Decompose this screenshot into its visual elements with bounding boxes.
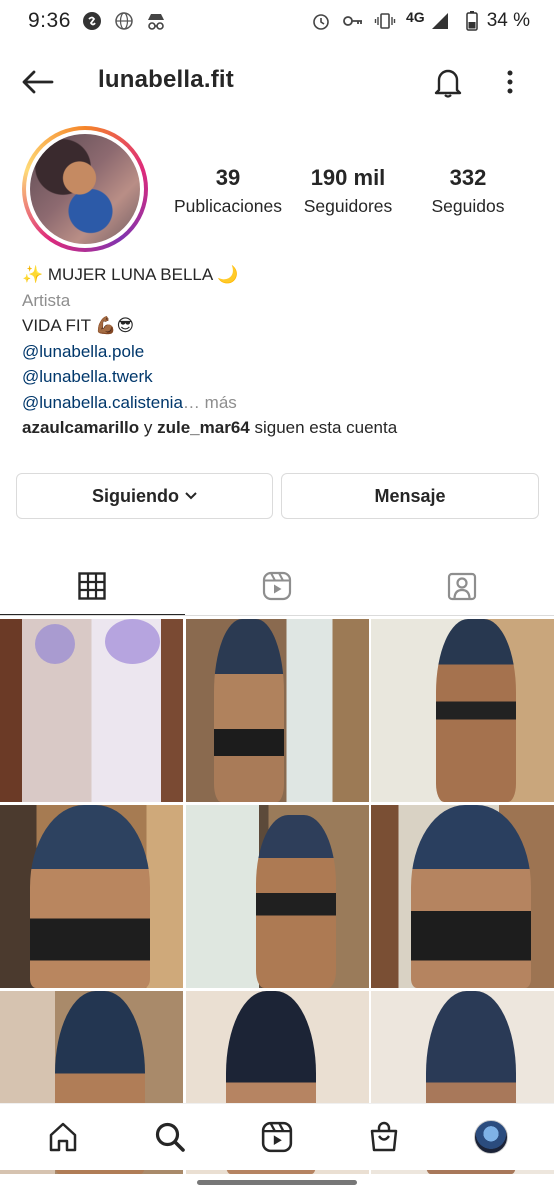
globe-icon <box>113 10 135 32</box>
nav-shop[interactable] <box>354 1107 414 1167</box>
profile-bio: ✨ MUJER LUNA BELLA 🌙 Artista VIDA FIT 💪🏾… <box>22 262 534 441</box>
profile-tabs <box>0 556 554 616</box>
profile-avatar <box>473 1120 508 1154</box>
bio-mention-calistenia[interactable]: @lunabella.calistenia <box>22 393 183 412</box>
bell-icon <box>434 69 462 98</box>
tab-posts-grid[interactable] <box>0 556 185 616</box>
stat-value: 190 mil <box>310 165 386 190</box>
nav-reels[interactable] <box>247 1107 307 1167</box>
vibrate-icon <box>374 10 396 32</box>
bio-line: VIDA FIT 💪🏾😎 <box>22 316 135 335</box>
battery-icon <box>461 10 483 32</box>
post-thumbnail[interactable] <box>0 619 183 802</box>
post-thumbnail[interactable] <box>371 619 554 802</box>
message-button[interactable]: Mensaje <box>281 473 539 519</box>
more-options-button[interactable] <box>494 62 526 102</box>
search-icon <box>156 1122 185 1152</box>
display-name: ✨ MUJER LUNA BELLA 🌙 <box>22 265 239 284</box>
followed-by-suffix: siguen esta cuenta <box>249 418 398 437</box>
battery-level: 34 % <box>486 10 530 31</box>
photo-subject <box>411 805 531 988</box>
notifications-button[interactable] <box>428 62 468 102</box>
post-thumbnail[interactable] <box>371 805 554 988</box>
key-icon <box>342 10 364 32</box>
chevron-down-icon <box>185 492 197 500</box>
photo-subject <box>213 619 284 802</box>
home-indicator <box>197 1180 357 1185</box>
network-label: 4G <box>406 9 425 25</box>
back-button[interactable] <box>18 62 58 102</box>
nav-home[interactable] <box>33 1107 93 1167</box>
stat-value: 39 <box>215 165 241 190</box>
bio-ellipsis: … <box>182 392 205 412</box>
tab-divider <box>0 615 554 616</box>
post-thumbnail[interactable] <box>185 619 369 802</box>
post-thumbnail[interactable] <box>0 805 183 988</box>
shop-icon <box>370 1121 398 1152</box>
stat-value: 332 <box>449 165 487 190</box>
stat-label: Seguidores <box>303 196 393 216</box>
signal-icon <box>429 10 451 32</box>
photo-subject <box>105 619 160 664</box>
posts-grid <box>0 619 554 1174</box>
stat-following[interactable]: 332 Seguidos <box>408 162 528 218</box>
following-button[interactable]: Siguiendo <box>16 473 273 519</box>
tab-tagged[interactable] <box>369 556 554 616</box>
profile-category: Artista <box>22 290 71 310</box>
bottom-navigation <box>0 1103 554 1170</box>
stat-label: Publicaciones <box>174 196 282 216</box>
bio-mention-pole[interactable]: @lunabella.pole <box>22 339 534 365</box>
follower-name: zule_mar64 <box>157 418 250 437</box>
status-bar: 9:36 4G 34 % <box>0 0 554 42</box>
reels-icon <box>262 571 292 601</box>
photo-subject <box>35 624 75 664</box>
tagged-icon <box>447 572 476 601</box>
following-label: Siguiendo <box>92 485 179 506</box>
stat-label: Seguidos <box>431 196 505 216</box>
profile-username: lunabella.fit <box>98 66 234 93</box>
home-icon <box>50 1122 77 1152</box>
reels-icon <box>261 1121 293 1153</box>
followed-by-separator: y <box>139 418 158 437</box>
photo-subject <box>30 805 150 988</box>
message-label: Mensaje <box>374 485 446 506</box>
photo-subject <box>436 619 516 802</box>
bio-mention-twerk[interactable]: @lunabella.twerk <box>22 364 534 390</box>
profile-avatar-story-ring[interactable] <box>22 126 148 252</box>
stat-followers[interactable]: 190 mil Seguidores <box>288 162 408 218</box>
nav-search[interactable] <box>140 1107 200 1167</box>
tab-reels[interactable] <box>185 556 370 616</box>
follower-name: azaulcamarillo <box>22 418 140 437</box>
shazam-icon <box>81 10 103 32</box>
arrow-left-icon <box>22 70 54 94</box>
followed-by[interactable]: azaulcamarillo y zule_mar64 siguen esta … <box>22 415 534 441</box>
post-thumbnail[interactable] <box>185 805 369 988</box>
nav-profile[interactable] <box>461 1107 521 1167</box>
avatar-frame <box>26 130 144 248</box>
photo-subject <box>255 815 336 988</box>
status-time: 9:36 <box>28 9 71 32</box>
avatar <box>30 134 140 244</box>
profile-header: lunabella.fit <box>0 50 554 112</box>
alarm-icon <box>310 10 332 32</box>
more-vertical-icon <box>507 70 513 94</box>
stat-posts[interactable]: 39 Publicaciones <box>168 162 288 218</box>
grid-icon <box>78 572 107 600</box>
incognito-icon <box>145 10 167 32</box>
bio-more-link[interactable]: más <box>205 393 237 412</box>
profile-stats: 39 Publicaciones 190 mil Seguidores 332 … <box>168 162 538 218</box>
